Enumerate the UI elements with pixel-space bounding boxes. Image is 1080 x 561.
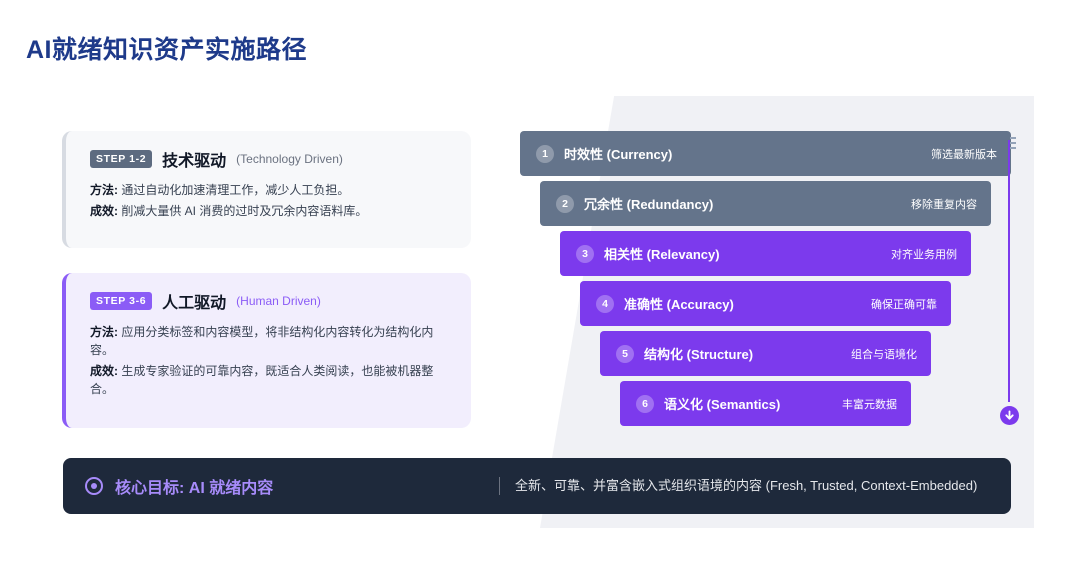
core-goal-bar: 核心目标: AI 就绪内容 全新、可靠、并富含嵌入式组织语境的内容 (Fresh…: [63, 458, 1011, 514]
result-label: 成效:: [90, 364, 118, 378]
flow-line: [1008, 140, 1010, 402]
goal-divider: [499, 477, 500, 495]
funnel-step-accuracy: 4 准确性 (Accuracy) 确保正确可靠: [580, 281, 951, 326]
goal-description: 全新、可靠、并富含嵌入式组织语境的内容 (Fresh, Trusted, Con…: [515, 478, 978, 493]
step-subtitle: (Human Driven): [236, 294, 321, 308]
method-label: 方法:: [90, 325, 118, 339]
funnel-step-structure: 5 结构化 (Structure) 组合与语境化: [600, 331, 931, 376]
funnel-label: 结构化 (Structure): [644, 347, 754, 362]
step-number: 1: [536, 144, 554, 163]
step-number: 6: [636, 394, 654, 413]
result-text: 生成专家验证的可靠内容，既适合人类阅读，也能被机器整合。: [90, 364, 434, 396]
step-badge: STEP 1-2: [90, 150, 153, 168]
step-card-technology: STEP 1-2 技术驱动 (Technology Driven) 方法: 通过…: [62, 131, 471, 248]
arrow-down-circle-icon: [1000, 406, 1019, 425]
method-text: 通过自动化加速清理工作，减少人工负担。: [121, 183, 350, 197]
funnel-note: 移除重复内容: [911, 198, 977, 211]
step-number: 4: [596, 294, 614, 313]
step-method: 方法: 应用分类标签和内容模型，将非结构化内容转化为结构化内容。: [90, 323, 449, 359]
flow-connector-stub: [1010, 142, 1016, 144]
step-subtitle: (Technology Driven): [236, 152, 343, 166]
result-text: 削减大量供 AI 消费的过时及冗余内容语料库。: [121, 204, 368, 218]
result-label: 成效:: [90, 204, 118, 218]
funnel-note: 丰富元数据: [842, 398, 897, 411]
funnel-label: 时效性 (Currency): [564, 147, 673, 162]
funnel-note: 组合与语境化: [851, 348, 917, 361]
step-number: 3: [576, 244, 594, 263]
flow-connector-stub: [1010, 147, 1016, 149]
step-header: STEP 1-2 技术驱动 (Technology Driven): [90, 147, 449, 171]
funnel-step-relevancy: 3 相关性 (Relevancy) 对齐业务用例: [560, 231, 971, 276]
funnel-note: 筛选最新版本: [931, 148, 997, 161]
funnel-step-currency: 1 时效性 (Currency) 筛选最新版本: [520, 131, 1011, 176]
funnel-label: 冗余性 (Redundancy): [584, 197, 714, 212]
step-result: 成效: 生成专家验证的可靠内容，既适合人类阅读，也能被机器整合。: [90, 362, 449, 398]
page-title: AI就绪知识资产实施路径: [26, 36, 308, 64]
goal-title: 核心目标: AI 就绪内容: [115, 480, 274, 497]
funnel-step-semantics: 6 语义化 (Semantics) 丰富元数据: [620, 381, 911, 426]
step-result: 成效: 削减大量供 AI 消费的过时及冗余内容语料库。: [90, 202, 449, 220]
funnel-label: 语义化 (Semantics): [664, 397, 781, 412]
step-number: 5: [616, 344, 634, 363]
funnel-note: 确保正确可靠: [871, 298, 937, 311]
funnel-step-redundancy: 2 冗余性 (Redundancy) 移除重复内容: [540, 181, 991, 226]
step-method: 方法: 通过自动化加速清理工作，减少人工负担。: [90, 181, 449, 199]
funnel-label: 相关性 (Relevancy): [604, 247, 720, 262]
method-label: 方法:: [90, 183, 118, 197]
funnel-label: 准确性 (Accuracy): [624, 297, 734, 312]
flow-connector-stub: [1010, 137, 1016, 139]
step-number: 2: [556, 194, 574, 213]
method-text: 应用分类标签和内容模型，将非结构化内容转化为结构化内容。: [90, 325, 434, 357]
step-header: STEP 3-6 人工驱动 (Human Driven): [90, 289, 449, 313]
step-card-human: STEP 3-6 人工驱动 (Human Driven) 方法: 应用分类标签和…: [62, 273, 471, 428]
step-title: 人工驱动: [162, 295, 227, 312]
funnel-note: 对齐业务用例: [891, 248, 957, 261]
step-title: 技术驱动: [162, 153, 227, 170]
target-icon: [85, 477, 103, 495]
step-badge: STEP 3-6: [90, 292, 153, 310]
